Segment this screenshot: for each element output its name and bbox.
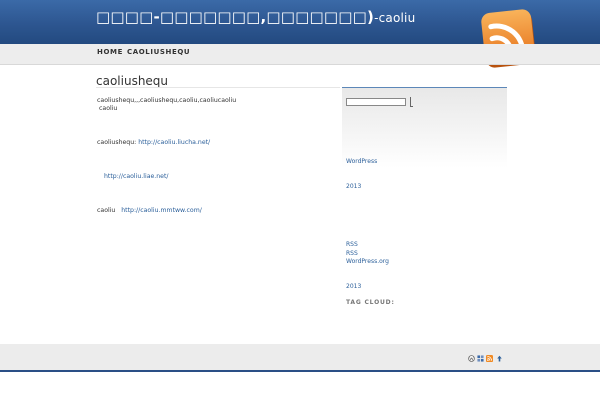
site-title[interactable]: □□□□-□□□□□□□,□□□□□□□)-caoliu [96,8,415,26]
post-link1[interactable]: http://caoliu.liucha.net/ [138,139,210,146]
sidebar-meta-rss-comments[interactable]: RSS [346,250,358,257]
nav-item-caoliushequ[interactable]: caoliushequ [127,48,190,56]
site-footer [0,344,600,372]
post-link2[interactable]: http://caoliu.liae.net/ [104,173,169,180]
sidebar [342,87,507,168]
sidebar-archive-2013[interactable]: 2013 [346,183,361,190]
sidebar-meta-rss[interactable]: RSS [346,241,358,248]
post-link1-row: caoliushequ: http://caoliu.liucha.net/ [97,139,210,147]
arrow-up-icon[interactable] [496,355,503,362]
tag-cloud-heading: Tag Cloud: [346,299,395,306]
page-title: caoliushequ [96,74,169,88]
site-title-suffix: -caoliu [374,11,416,25]
rss-small-icon[interactable] [486,355,493,362]
sidebar-meta-wordpress-org[interactable]: WordPress.org [346,258,389,265]
post-link3-prefix: caoliu [97,207,116,214]
wordpress-icon[interactable] [468,355,475,362]
post-link1-prefix: caoliushequ: [97,139,137,146]
main-nav: Home caoliushequ [0,44,600,65]
post-link3-row: caoliu http://caoliu.mmtww.com/ [97,207,202,215]
sidebar-link-wordpress[interactable]: WordPress [346,158,377,165]
post-link3[interactable]: http://caoliu.mmtww.com/ [121,207,202,214]
post-link2-row: http://caoliu.liae.net/ [104,173,169,181]
grid-icon[interactable] [477,355,484,362]
search-button[interactable] [410,97,413,107]
post-text-line2: caoliu [99,105,118,112]
post-text-line1: caoliushequ,,,caoliushequ,caoliu,caoliuc… [97,97,237,104]
sidebar-archive-2013-b[interactable]: 2013 [346,283,361,290]
nav-item-home[interactable]: Home [97,48,123,56]
search-input[interactable] [346,98,406,106]
site-title-text: □□□□-□□□□□□□,□□□□□□□) [96,8,375,26]
title-divider [96,87,340,88]
